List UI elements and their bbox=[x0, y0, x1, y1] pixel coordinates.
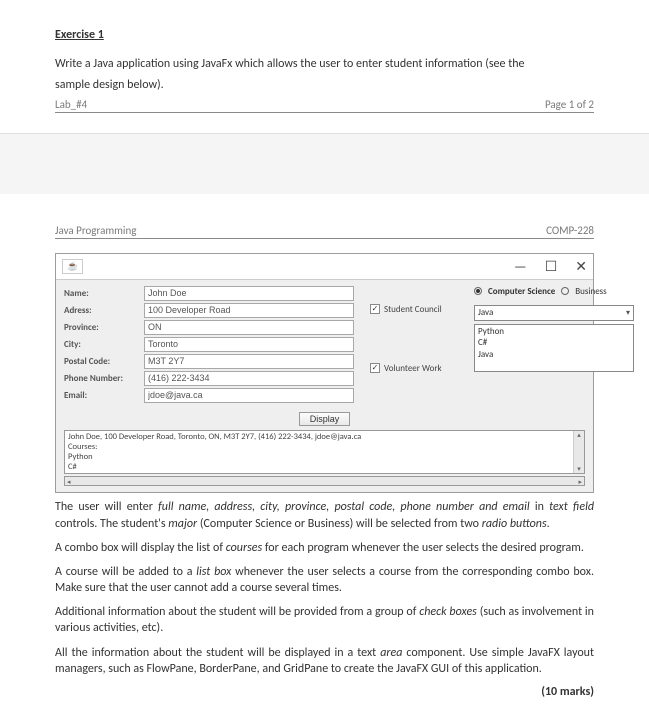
prompt-line-2: sample design below). bbox=[55, 77, 594, 94]
output-line: Python bbox=[68, 452, 581, 462]
volunteer-checkbox[interactable]: Volunteer Work bbox=[370, 363, 464, 374]
maximize-button[interactable]: ☐ bbox=[545, 258, 558, 275]
combo-selected: Java bbox=[478, 307, 493, 318]
paragraph-2: A combo box will display the list of cou… bbox=[55, 540, 594, 556]
course-name: Java Programming bbox=[55, 224, 136, 237]
label-postal: Postal Code: bbox=[64, 356, 144, 367]
prompt-line-1: Write a Java application using JavaFx wh… bbox=[55, 56, 594, 73]
paragraph-5: All the information about the student wi… bbox=[55, 645, 594, 677]
horizontal-scrollbar[interactable]: ◂▸ bbox=[64, 476, 585, 486]
page-2: Java Programming COMP-228 ☕ — ☐ ✕ Name: … bbox=[0, 194, 649, 719]
checkbox-icon bbox=[370, 304, 380, 314]
label-phone: Phone Number: bbox=[64, 373, 144, 384]
marks-label: (10 marks) bbox=[55, 685, 594, 699]
label-province: Province: bbox=[64, 322, 144, 333]
address-field[interactable] bbox=[144, 303, 354, 318]
display-button[interactable]: Display bbox=[299, 412, 351, 426]
checkbox-icon bbox=[370, 363, 380, 373]
list-item: Java bbox=[478, 349, 630, 361]
course-combo[interactable]: Java ▾ bbox=[474, 305, 634, 321]
output-line: Courses: bbox=[68, 442, 581, 452]
paragraph-1: The user will enter full name, address, … bbox=[55, 499, 594, 531]
page-1: Exercise 1 Write a Java application usin… bbox=[0, 0, 649, 134]
radio-cs-label: Computer Science bbox=[488, 286, 555, 297]
radio-business-label: Business bbox=[575, 286, 606, 297]
page-number: Page 1 of 2 bbox=[545, 98, 594, 111]
major-radios: Computer Science Business bbox=[474, 286, 634, 297]
radio-cs[interactable] bbox=[474, 287, 482, 295]
minimize-button[interactable]: — bbox=[514, 258, 527, 275]
phone-field[interactable] bbox=[144, 371, 354, 386]
close-button[interactable]: ✕ bbox=[575, 258, 587, 275]
page-footer: Lab_#4 Page 1 of 2 bbox=[55, 98, 594, 113]
label-name: Name: bbox=[64, 288, 144, 299]
chevron-down-icon: ▾ bbox=[626, 308, 630, 318]
output-line: John Doe, 100 Developer Road, Toronto, O… bbox=[68, 432, 581, 442]
list-item: C# bbox=[478, 337, 630, 349]
output-textarea[interactable]: John Doe, 100 Developer Road, Toronto, O… bbox=[64, 430, 585, 475]
form-area: Name: Adress: Province: City: Postal Cod… bbox=[56, 280, 593, 409]
course-listbox[interactable]: Python C# Java bbox=[474, 324, 634, 372]
titlebar: ☕ — ☐ ✕ bbox=[56, 254, 593, 280]
paragraph-3: A course will be added to a list box whe… bbox=[55, 564, 594, 596]
label-email: Email: bbox=[64, 390, 144, 401]
exercise-title: Exercise 1 bbox=[55, 28, 594, 42]
instructions: The user will enter full name, address, … bbox=[55, 499, 594, 677]
middle-column: Student Council Volunteer Work bbox=[364, 286, 464, 405]
name-field[interactable] bbox=[144, 286, 354, 301]
coffee-icon: ☕ bbox=[67, 261, 78, 272]
radio-business[interactable] bbox=[561, 287, 569, 295]
label-address: Adress: bbox=[64, 305, 144, 316]
postal-field[interactable] bbox=[144, 354, 354, 369]
java-icon: ☕ bbox=[62, 259, 83, 274]
paragraph-4: Additional information about the student… bbox=[55, 604, 594, 636]
right-column: Computer Science Business Java ▾ Python … bbox=[474, 286, 634, 405]
lab-label: Lab_#4 bbox=[55, 98, 87, 111]
page-header: Java Programming COMP-228 bbox=[55, 224, 594, 239]
list-item: Python bbox=[478, 326, 630, 338]
left-column: Name: Adress: Province: City: Postal Cod… bbox=[64, 286, 354, 405]
app-window: ☕ — ☐ ✕ Name: Adress: Province: City: Po… bbox=[55, 253, 594, 494]
city-field[interactable] bbox=[144, 337, 354, 352]
vertical-scrollbar[interactable]: ▴▾ bbox=[573, 431, 584, 474]
email-field[interactable] bbox=[144, 388, 354, 403]
output-line: C# bbox=[68, 462, 581, 472]
student-council-checkbox[interactable]: Student Council bbox=[370, 304, 464, 315]
course-code: COMP-228 bbox=[546, 224, 594, 237]
label-city: City: bbox=[64, 339, 144, 350]
province-field[interactable] bbox=[144, 320, 354, 335]
